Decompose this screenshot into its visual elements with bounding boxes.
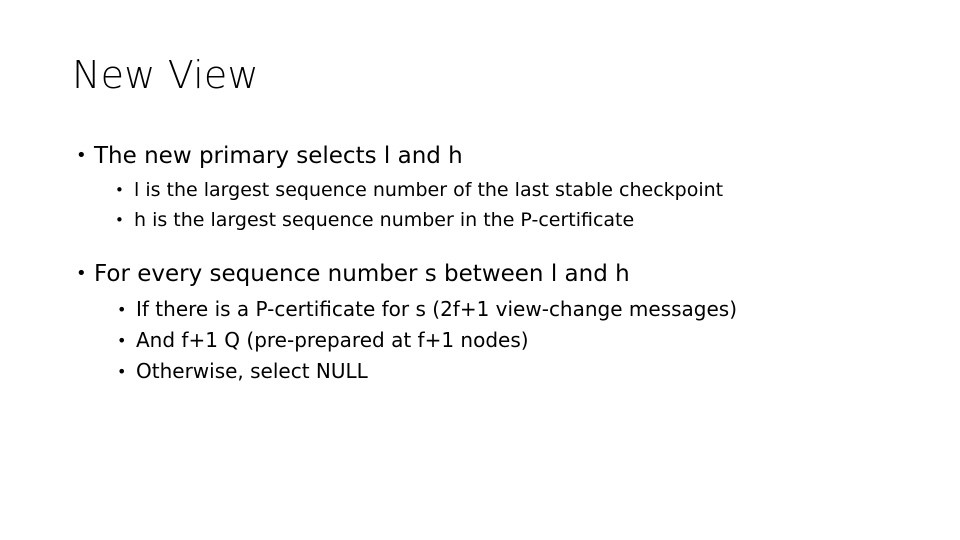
sub-bullet-list: • If there is a P-certificate for s (2f+… bbox=[72, 294, 902, 387]
bullet-level2: • h is the largest sequence number in th… bbox=[112, 205, 902, 235]
bullet-marker-icon: • bbox=[76, 263, 87, 284]
bullet-marker-icon: • bbox=[115, 181, 124, 199]
bullet-marker-icon: • bbox=[117, 331, 127, 350]
bullet-level2-text: l is the largest sequence number of the … bbox=[134, 179, 724, 201]
bullet-marker-icon: • bbox=[76, 145, 87, 166]
bullet-level1-text: The new primary selects l and h bbox=[94, 143, 463, 169]
bullet-marker-icon: • bbox=[117, 362, 127, 381]
bullet-level2: • And f+1 Q (pre-prepared at f+1 nodes) bbox=[114, 325, 902, 356]
bullet-group: • For every sequence number s between l … bbox=[72, 258, 902, 387]
bullet-level2: • If there is a P-certificate for s (2f+… bbox=[114, 294, 902, 325]
bullet-group: • The new primary selects l and h • l is… bbox=[72, 140, 902, 235]
bullet-marker-icon: • bbox=[115, 211, 124, 229]
bullet-level2-text: If there is a P-certificate for s (2f+1 … bbox=[136, 297, 738, 321]
bullet-level1: • The new primary selects l and h bbox=[72, 140, 902, 172]
sub-bullet-list: • l is the largest sequence number of th… bbox=[72, 175, 902, 235]
bullet-level2: • l is the largest sequence number of th… bbox=[112, 175, 902, 205]
bullet-level1: • For every sequence number s between l … bbox=[72, 258, 902, 290]
bullet-level2-text: And f+1 Q (pre-prepared at f+1 nodes) bbox=[136, 328, 529, 352]
bullet-level1-text: For every sequence number s between l an… bbox=[94, 261, 630, 287]
page-title: New View bbox=[72, 53, 259, 97]
slide-body: • The new primary selects l and h • l is… bbox=[72, 140, 902, 387]
bullet-marker-icon: • bbox=[117, 300, 127, 319]
bullet-level2-text: Otherwise, select NULL bbox=[136, 359, 368, 383]
bullet-level2: • Otherwise, select NULL bbox=[114, 356, 902, 387]
bullet-level2-text: h is the largest sequence number in the … bbox=[134, 209, 635, 231]
slide: New View • The new primary selects l and… bbox=[0, 0, 960, 540]
